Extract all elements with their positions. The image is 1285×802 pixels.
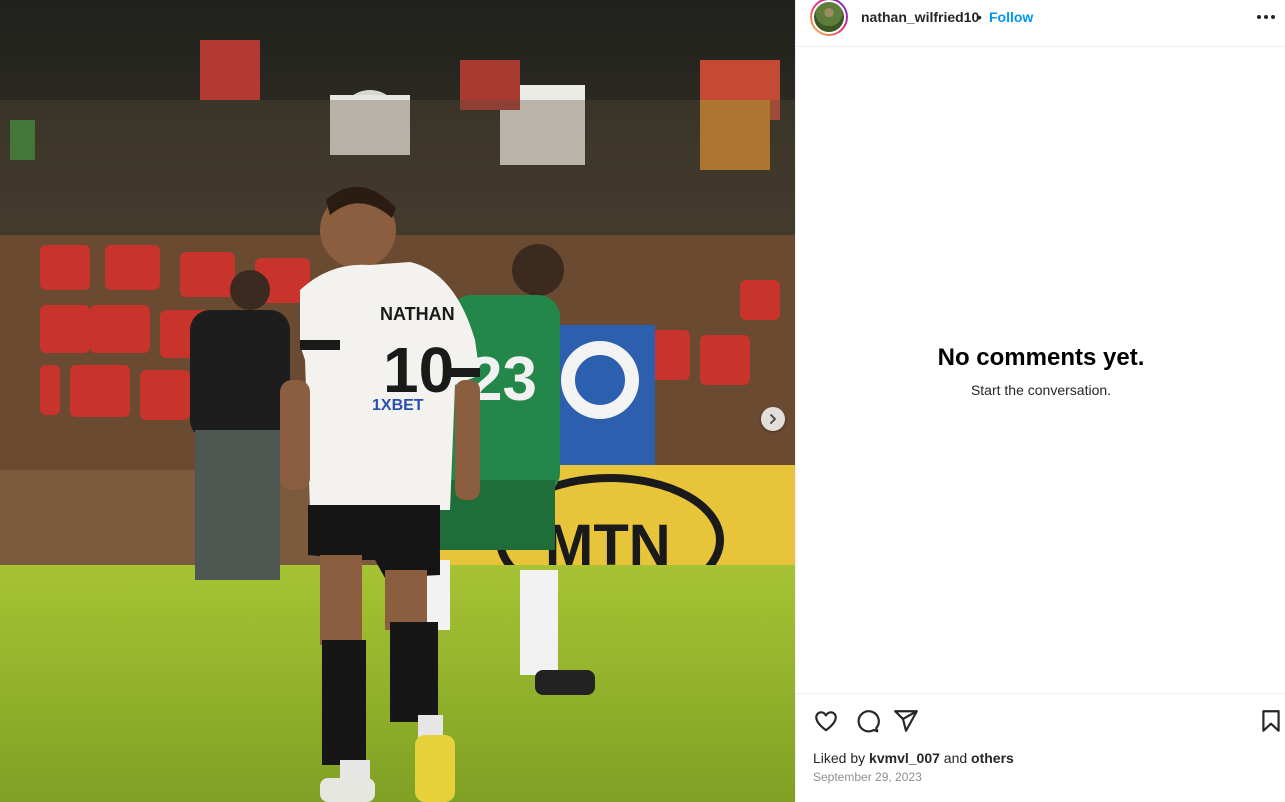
liked-by-prefix: Liked by [813,750,870,766]
jersey-name: NATHAN [380,304,455,324]
more-options-button[interactable] [1254,8,1278,26]
liked-by-user-link[interactable]: kvmvl_007 [869,750,940,766]
empty-comments-subtitle: Start the conversation. [970,382,1112,398]
post-actions-footer: Liked by kvmvl_007 and others September … [796,693,1285,802]
jersey-sponsor: 1XBET [372,397,424,414]
comment-button[interactable] [854,708,880,734]
avatar-image [814,2,844,32]
chevron-right-icon [770,414,776,424]
liked-by-middle: and [939,750,972,766]
post-header: nathan_wilfried10 • Follow [796,0,1285,47]
more-horizontal-icon [1257,15,1275,19]
empty-comments-title: No comments yet. [937,344,1145,371]
send-icon [894,710,918,732]
username-link[interactable]: nathan_wilfried10 [861,9,979,25]
post-side-panel: nathan_wilfried10 • Follow No comments y… [795,0,1285,802]
liked-by-others-link[interactable]: others [971,750,1014,766]
comment-icon [857,710,880,733]
bookmark-icon [1262,710,1280,732]
share-button[interactable] [893,708,919,734]
jersey-number: 10 [383,334,454,406]
football-photo: MTN 23 NATHAN 10 1XBET [0,0,795,802]
save-button[interactable] [1258,708,1284,734]
separator-dot: • [977,9,982,25]
heart-icon [815,711,837,732]
likes-summary: Liked by kvmvl_007 and others [813,750,1014,766]
like-button[interactable] [813,708,839,734]
avatar[interactable] [810,0,848,36]
post-image[interactable]: MTN 23 NATHAN 10 1XBET [0,0,795,802]
post-date[interactable]: September 29, 2023 [813,770,922,784]
next-image-button[interactable] [761,407,785,431]
follow-button[interactable]: Follow [989,9,1033,25]
